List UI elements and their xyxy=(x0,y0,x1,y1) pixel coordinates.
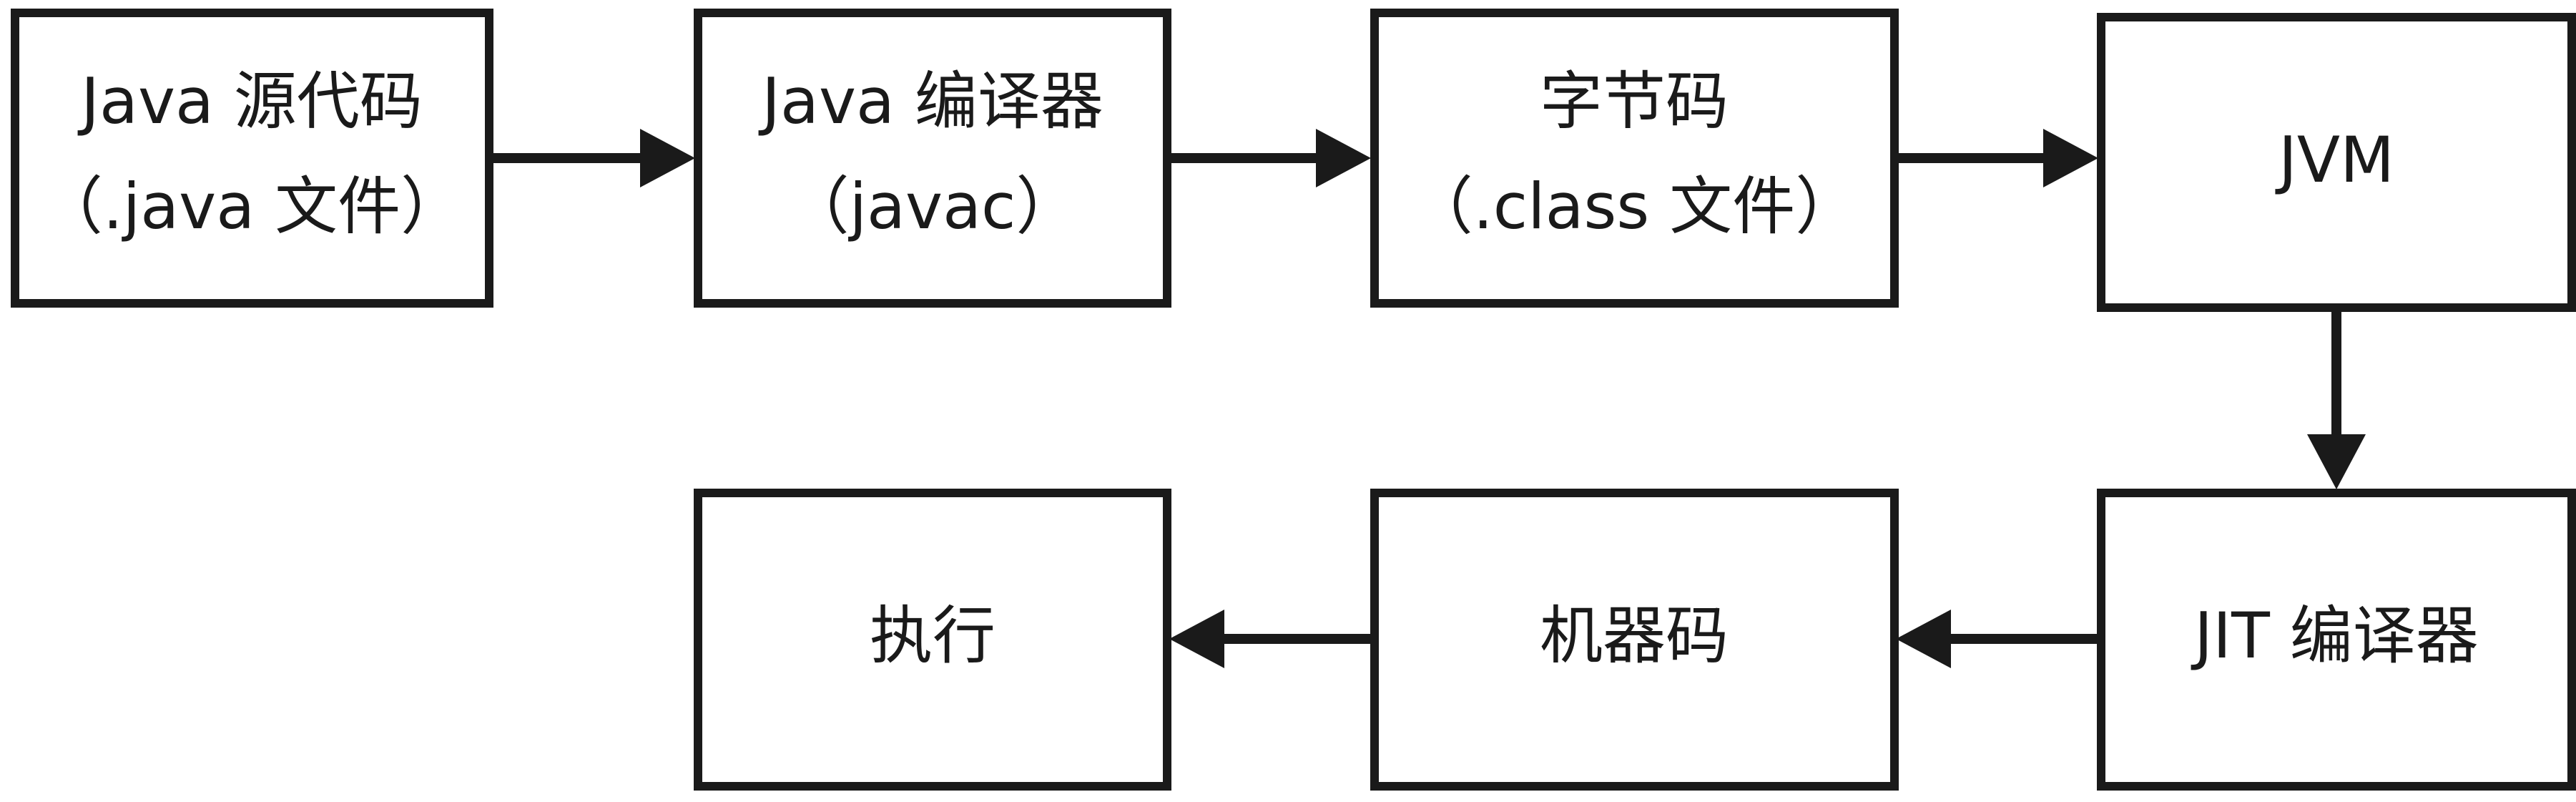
node-bytecode-title: 字节码 xyxy=(1540,64,1729,138)
node-java-compiler: Java 编译器 （javac） xyxy=(694,9,1171,308)
node-jit-compiler-label: JIT 编译器 xyxy=(2191,599,2479,673)
node-jvm-label: JVM xyxy=(2275,123,2394,197)
node-jit-compiler: JIT 编译器 xyxy=(2097,489,2576,791)
arrowhead-left-icon xyxy=(1896,610,1951,668)
edge-jit-to-machine xyxy=(1896,610,2098,668)
node-execute: 执行 xyxy=(694,489,1171,791)
node-java-source: Java 源代码 （.java 文件） xyxy=(11,9,493,308)
nodes: Java 源代码 （.java 文件） Java 编译器 （javac） 字节码… xyxy=(11,9,2576,791)
node-machine-code: 机器码 xyxy=(1370,489,1899,791)
arrowhead-right-icon xyxy=(1316,129,1371,187)
arrowhead-left-icon xyxy=(1169,610,1224,668)
edge-jvm-to-jit xyxy=(2307,310,2366,489)
arrowhead-right-icon xyxy=(640,129,695,187)
edge-compiler-to-bytecode xyxy=(1169,129,1371,187)
node-bytecode-subtitle: （.class 文件） xyxy=(1410,170,1858,243)
edge-machine-to-execute xyxy=(1169,610,1371,668)
flow-diagram: Java 源代码 （.java 文件） Java 编译器 （javac） 字节码… xyxy=(11,9,2576,791)
node-bytecode: 字节码 （.class 文件） xyxy=(1370,9,1899,308)
node-java-compiler-title: Java 编译器 xyxy=(758,64,1103,138)
node-execute-label: 执行 xyxy=(870,599,996,673)
node-java-compiler-subtitle: （javac） xyxy=(787,170,1079,243)
edge-bytecode-to-jvm xyxy=(1895,129,2098,187)
node-machine-code-label: 机器码 xyxy=(1540,599,1729,673)
arrowhead-right-icon xyxy=(2043,129,2098,187)
node-java-source-title: Java 源代码 xyxy=(77,64,423,138)
node-jvm: JVM xyxy=(2097,13,2576,312)
arrowhead-down-icon xyxy=(2307,434,2366,489)
node-java-source-subtitle: （.java 文件） xyxy=(40,170,463,243)
edge-source-to-compiler xyxy=(493,129,695,187)
